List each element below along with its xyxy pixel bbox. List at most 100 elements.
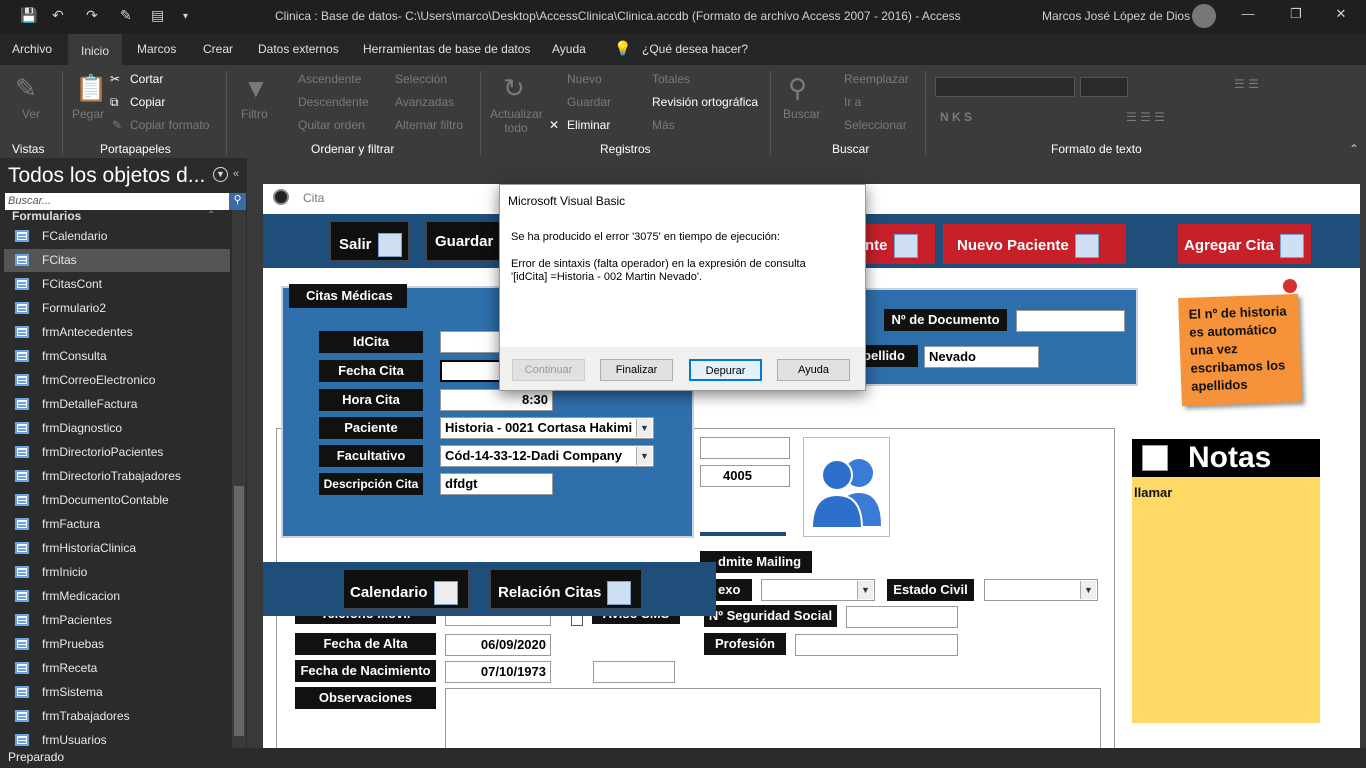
minimize-icon[interactable]: —: [1233, 6, 1263, 21]
tab-archivo[interactable]: Archivo: [12, 42, 52, 56]
nav-item[interactable]: frmDetalleFactura: [4, 393, 230, 416]
copiar-formato-button[interactable]: Copiar formato: [130, 118, 209, 132]
collapse-ribbon-icon[interactable]: ⌃: [1349, 142, 1359, 156]
filtro-label[interactable]: Filtro: [241, 107, 268, 121]
depurar-button[interactable]: Depurar: [689, 359, 762, 381]
nav-item[interactable]: frmPacientes: [4, 609, 230, 632]
reemplazar-button[interactable]: Reemplazar: [844, 72, 909, 86]
nav-item[interactable]: frmFactura: [4, 513, 230, 536]
font-name-select[interactable]: [935, 77, 1075, 97]
guardar-ribbon-button[interactable]: Guardar: [567, 95, 611, 109]
customize-toolbar-icon[interactable]: ▾: [183, 11, 188, 22]
mas-button[interactable]: Más: [652, 118, 675, 132]
documento-field[interactable]: [1016, 310, 1125, 332]
nuevo-paciente-button[interactable]: Nuevo Paciente: [943, 224, 1126, 264]
agregar-cita-button[interactable]: Agregar Cita: [1178, 224, 1311, 264]
patient-photo[interactable]: [803, 437, 890, 537]
salir-button[interactable]: Salir: [330, 221, 409, 261]
alternar-filtro-button[interactable]: Alternar filtro: [395, 118, 463, 132]
descripcion-field[interactable]: dfdgt: [440, 473, 553, 495]
tab-herramientas[interactable]: Herramientas de base de datos: [363, 42, 530, 56]
filter-icon[interactable]: ▼: [243, 73, 269, 104]
pegar-label[interactable]: Pegar: [72, 107, 104, 121]
nav-item[interactable]: frmSistema: [4, 681, 230, 704]
facultativo-select[interactable]: Cód-14-33-12-Dadi Company ▼: [440, 445, 654, 467]
nav-item[interactable]: frmDirectorioTrabajadores: [4, 465, 230, 488]
bold-italic-underline[interactable]: N K S: [940, 110, 972, 124]
sexo-select[interactable]: ▼: [761, 579, 875, 601]
nuevo-button[interactable]: Nuevo: [567, 72, 602, 86]
totales-button[interactable]: Totales: [652, 72, 690, 86]
hora-cita-field[interactable]: 8:30: [440, 389, 553, 411]
tell-me-search[interactable]: ¿Qué desea hacer?: [642, 42, 748, 56]
restore-icon[interactable]: ❐: [1281, 6, 1311, 22]
refresh-icon[interactable]: ↻: [503, 73, 525, 104]
nav-item[interactable]: frmAntecedentes: [4, 321, 230, 344]
nav-item[interactable]: frmHistoriaClinica: [4, 537, 230, 560]
notas-panel[interactable]: llamar: [1132, 439, 1320, 723]
revision-button[interactable]: Revisión ortográfica: [652, 95, 758, 109]
tab-ayuda[interactable]: Ayuda: [552, 42, 586, 56]
nav-item[interactable]: frmConsulta: [4, 345, 230, 368]
avatar[interactable]: [1192, 4, 1216, 28]
tab-crear[interactable]: Crear: [203, 42, 233, 56]
guardar-button[interactable]: Guardar: [426, 221, 506, 261]
avanzadas-button[interactable]: Avanzadas: [395, 95, 454, 109]
nav-collapse-icon[interactable]: «: [233, 168, 239, 180]
profesion-field[interactable]: [795, 634, 958, 656]
nav-header[interactable]: Todos los objetos d...: [8, 164, 205, 188]
nav-item[interactable]: FCitas: [4, 249, 230, 272]
relacion-citas-button[interactable]: Relación Citas: [490, 569, 642, 609]
nav-item[interactable]: frmTrabajadores: [4, 705, 230, 728]
actualizar-label[interactable]: Actualizar todo: [490, 107, 543, 135]
seguridad-social-field[interactable]: [846, 606, 958, 628]
calendario-button[interactable]: Calendario: [343, 569, 469, 609]
eliminar-button[interactable]: Eliminar: [567, 118, 610, 132]
cortar-button[interactable]: Cortar: [130, 72, 163, 86]
nav-item[interactable]: FCalendario: [4, 225, 230, 248]
nav-dropdown-icon[interactable]: ▼: [213, 167, 228, 182]
nav-search-input[interactable]: Buscar...: [5, 193, 231, 210]
nav-item[interactable]: frmInicio: [4, 561, 230, 584]
quick-print-icon[interactable]: ✎: [120, 7, 132, 24]
tab-inicio[interactable]: Inicio: [68, 34, 123, 65]
chevron-down-icon[interactable]: ▼: [636, 447, 652, 465]
descendente-button[interactable]: Descendente: [298, 95, 369, 109]
apellido-field[interactable]: Nevado: [924, 346, 1039, 368]
ir-a-button[interactable]: Ir a: [844, 95, 861, 109]
ascendente-button[interactable]: Ascendente: [298, 72, 361, 86]
continuar-button[interactable]: Continuar: [512, 359, 585, 381]
save-icon[interactable]: 💾: [20, 7, 37, 24]
nav-scrollbar[interactable]: [232, 210, 246, 750]
fecha-alta-field[interactable]: 06/09/2020: [445, 634, 551, 656]
copiar-button[interactable]: Copiar: [130, 95, 165, 109]
list-icons[interactable]: ☰ ☰: [1234, 77, 1259, 91]
nav-group-formularios[interactable]: Formularios: [12, 209, 81, 223]
nav-item[interactable]: frmPruebas: [4, 633, 230, 656]
redo-icon[interactable]: ↷: [86, 7, 98, 24]
tab-datos-externos[interactable]: Datos externos: [258, 42, 339, 56]
seleccion-button[interactable]: Selección: [395, 72, 447, 86]
view-icon[interactable]: ✎: [15, 73, 37, 104]
nav-item[interactable]: frmMedicacion: [4, 585, 230, 608]
close-icon[interactable]: ✕: [1326, 6, 1356, 22]
tab-marcos[interactable]: Marcos: [137, 42, 176, 56]
chevron-down-icon[interactable]: ▼: [636, 419, 652, 437]
estado-civil-select[interactable]: ▼: [984, 579, 1098, 601]
phone-field-2[interactable]: 4005: [700, 465, 790, 487]
finalizar-button[interactable]: Finalizar: [600, 359, 673, 381]
nav-item[interactable]: FCitasCont: [4, 273, 230, 296]
ver-label[interactable]: Ver: [22, 107, 40, 121]
align-icons[interactable]: ☰ ☰ ☰: [1126, 110, 1165, 124]
collapse-group-icon[interactable]: ⌃: [207, 210, 215, 221]
quitar-orden-button[interactable]: Quitar orden: [298, 118, 365, 132]
undo-icon[interactable]: ↶: [52, 7, 64, 24]
chevron-down-icon[interactable]: ▼: [1080, 581, 1096, 599]
nav-item[interactable]: frmDocumentoContable: [4, 489, 230, 512]
nav-item[interactable]: frmDirectorioPacientes: [4, 441, 230, 464]
nav-item[interactable]: Formulario2: [4, 297, 230, 320]
nav-item[interactable]: frmDiagnostico: [4, 417, 230, 440]
nav-scroll-thumb[interactable]: [234, 486, 244, 736]
phone-field-1[interactable]: [700, 437, 790, 459]
nav-item[interactable]: frmReceta: [4, 657, 230, 680]
